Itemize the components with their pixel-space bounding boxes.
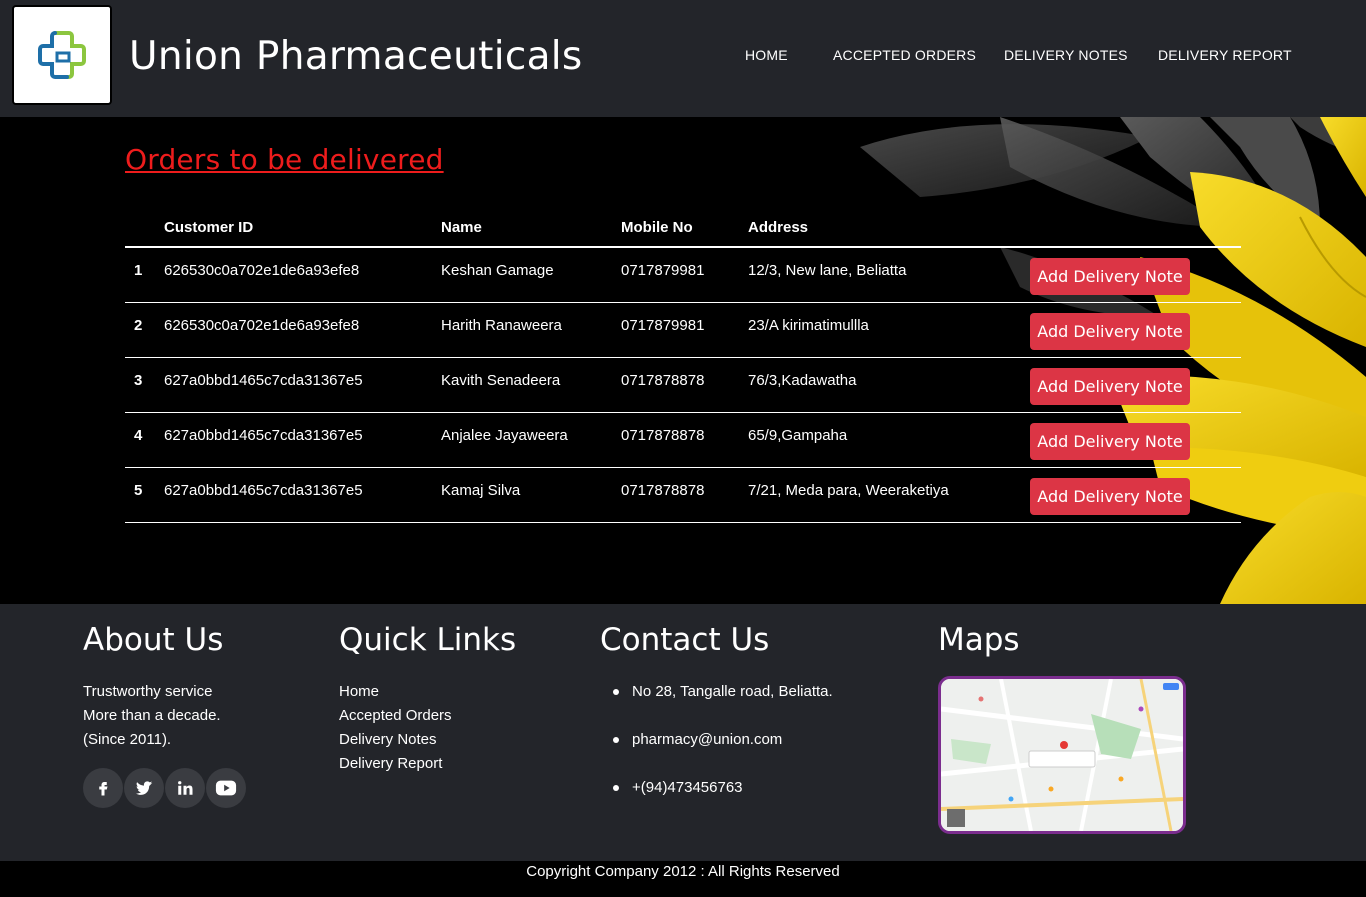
social-links: [83, 768, 246, 808]
mobile-no: 0717879981: [621, 262, 705, 279]
table-row: 3 627a0bbd1465c7cda31367e5 Kavith Senade…: [125, 358, 1241, 413]
address: 12/3, New lane, Beliatta: [748, 262, 907, 279]
quick-links-section: Quick Links Home Accepted Orders Deliver…: [339, 622, 516, 776]
table-header: Customer ID Name Mobile No Address: [125, 210, 1241, 248]
contact-phone: +(94)473456763: [600, 776, 833, 824]
add-delivery-note-button[interactable]: Add Delivery Note: [1030, 313, 1190, 350]
youtube-icon[interactable]: [206, 768, 246, 808]
table-row: 4 627a0bbd1465c7cda31367e5 Anjalee Jayaw…: [125, 413, 1241, 468]
add-delivery-note-button[interactable]: Add Delivery Note: [1030, 423, 1190, 460]
customer-id: 627a0bbd1465c7cda31367e5: [164, 372, 363, 389]
col-customer-id: Customer ID: [164, 219, 254, 236]
customer-id: 626530c0a702e1de6a93efe8: [164, 262, 360, 279]
customer-name: Kavith Senadeera: [441, 372, 561, 389]
maps-heading: Maps: [938, 622, 1020, 658]
add-delivery-note-button[interactable]: Add Delivery Note: [1030, 368, 1190, 405]
table-row: 2 626530c0a702e1de6a93efe8 Harith Ranawe…: [125, 303, 1241, 358]
mobile-no: 0717878878: [621, 482, 705, 499]
add-delivery-note-button[interactable]: Add Delivery Note: [1030, 478, 1190, 515]
footer-link-accepted-orders[interactable]: Accepted Orders: [339, 704, 516, 728]
site-footer: About Us Trustworthy service More than a…: [0, 604, 1366, 861]
customer-name: Anjalee Jayaweera: [441, 427, 568, 444]
maps-section: Maps: [938, 622, 1186, 834]
customer-name: Keshan Gamage: [441, 262, 554, 279]
site-header: Union Pharmaceuticals HOME ACCEPTED ORDE…: [0, 0, 1366, 117]
about-line: (Since 2011).: [83, 731, 172, 748]
nav-delivery-report[interactable]: DELIVERY REPORT: [1158, 47, 1292, 63]
customer-id: 627a0bbd1465c7cda31367e5: [164, 427, 363, 444]
copyright: Copyright Company 2012 : All Rights Rese…: [0, 861, 1366, 897]
main-nav: HOME ACCEPTED ORDERS DELIVERY NOTES DELI…: [0, 47, 1366, 67]
nav-accepted-orders[interactable]: ACCEPTED ORDERS: [833, 47, 976, 63]
contact-address: No 28, Tangalle road, Beliatta.: [600, 680, 833, 728]
nav-delivery-notes[interactable]: DELIVERY NOTES: [1004, 47, 1128, 63]
contact-email: pharmacy@union.com: [600, 728, 833, 776]
row-number: 2: [134, 317, 143, 334]
table-row: 5 627a0bbd1465c7cda31367e5 Kamaj Silva 0…: [125, 468, 1241, 523]
mobile-no: 0717878878: [621, 372, 705, 389]
quick-links-heading: Quick Links: [339, 622, 517, 658]
mobile-no: 0717878878: [621, 427, 705, 444]
row-number: 1: [134, 262, 143, 279]
about-line: More than a decade.: [83, 707, 221, 724]
customer-id: 626530c0a702e1de6a93efe8: [164, 317, 360, 334]
facebook-icon[interactable]: [83, 768, 123, 808]
footer-link-home[interactable]: Home: [339, 680, 516, 704]
about-section: About Us Trustworthy service More than a…: [83, 622, 246, 808]
address: 7/21, Meda para, Weeraketiya: [748, 482, 949, 499]
row-number: 5: [134, 482, 143, 499]
customer-id: 627a0bbd1465c7cda31367e5: [164, 482, 363, 499]
nav-home[interactable]: HOME: [745, 47, 788, 63]
row-number: 4: [134, 427, 143, 444]
twitter-icon[interactable]: [124, 768, 164, 808]
col-address: Address: [748, 219, 809, 236]
page-title: Orders to be delivered: [125, 143, 444, 176]
address: 23/A kirimatimullla: [748, 317, 869, 334]
contact-section: Contact Us No 28, Tangalle road, Beliatt…: [600, 622, 833, 824]
col-name: Name: [441, 219, 482, 236]
orders-table: Customer ID Name Mobile No Address 1 626…: [125, 210, 1241, 523]
mobile-no: 0717879981: [621, 317, 705, 334]
quick-links-list: Home Accepted Orders Delivery Notes Deli…: [339, 680, 516, 776]
contact-heading: Contact Us: [600, 622, 770, 658]
map-embed[interactable]: [938, 676, 1186, 834]
address: 65/9,Gampaha: [748, 427, 848, 444]
footer-link-delivery-notes[interactable]: Delivery Notes: [339, 728, 516, 752]
customer-name: Kamaj Silva: [441, 482, 521, 499]
add-delivery-note-button[interactable]: Add Delivery Note: [1030, 258, 1190, 295]
col-mobile: Mobile No: [621, 219, 693, 236]
customer-name: Harith Ranaweera: [441, 317, 562, 334]
address: 76/3,Kadawatha: [748, 372, 857, 389]
main-content: Orders to be delivered Customer ID Name …: [0, 117, 1366, 604]
table-row: 1 626530c0a702e1de6a93efe8 Keshan Gamage…: [125, 248, 1241, 303]
linkedin-icon[interactable]: [165, 768, 205, 808]
contact-list: No 28, Tangalle road, Beliatta. pharmacy…: [600, 680, 833, 824]
about-line: Trustworthy service: [83, 683, 213, 700]
footer-link-delivery-report[interactable]: Delivery Report: [339, 752, 516, 776]
about-text: Trustworthy service More than a decade. …: [83, 680, 246, 752]
about-heading: About Us: [83, 622, 224, 658]
row-number: 3: [134, 372, 143, 389]
map-image: [941, 679, 1183, 831]
